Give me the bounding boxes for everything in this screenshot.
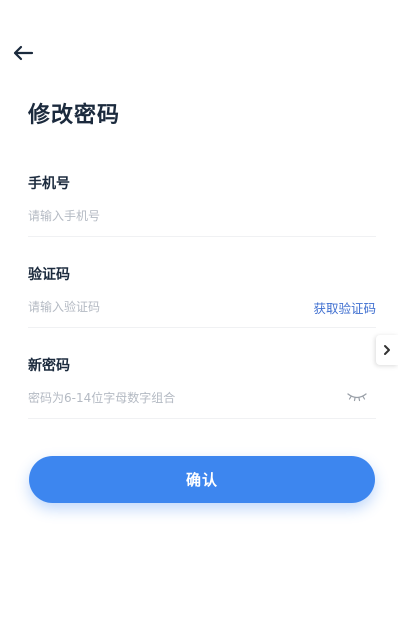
password-label: 新密码 xyxy=(28,358,70,374)
divider xyxy=(28,236,376,237)
code-input[interactable] xyxy=(28,296,298,318)
code-label: 验证码 xyxy=(28,267,70,283)
password-field-group: 新密码 xyxy=(28,355,376,446)
code-field-group: 验证码 获取验证码 xyxy=(28,264,376,355)
get-code-button[interactable]: 获取验证码 xyxy=(313,298,376,317)
password-input[interactable] xyxy=(28,387,298,409)
side-expand-tab[interactable] xyxy=(376,335,398,365)
confirm-button[interactable]: 确认 xyxy=(29,456,375,503)
divider xyxy=(28,418,376,419)
eye-closed-icon[interactable] xyxy=(346,389,368,403)
phone-field-group: 手机号 xyxy=(28,173,376,264)
chevron-right-icon xyxy=(382,341,392,360)
page-title: 修改密码 xyxy=(28,103,121,128)
back-button[interactable] xyxy=(10,44,36,66)
divider xyxy=(28,327,376,328)
phone-label: 手机号 xyxy=(28,176,70,192)
phone-input[interactable] xyxy=(28,205,298,227)
arrow-left-icon xyxy=(12,45,34,65)
change-password-screen: 修改密码 手机号 验证码 获取验证码 新密码 确认 xyxy=(0,0,398,635)
